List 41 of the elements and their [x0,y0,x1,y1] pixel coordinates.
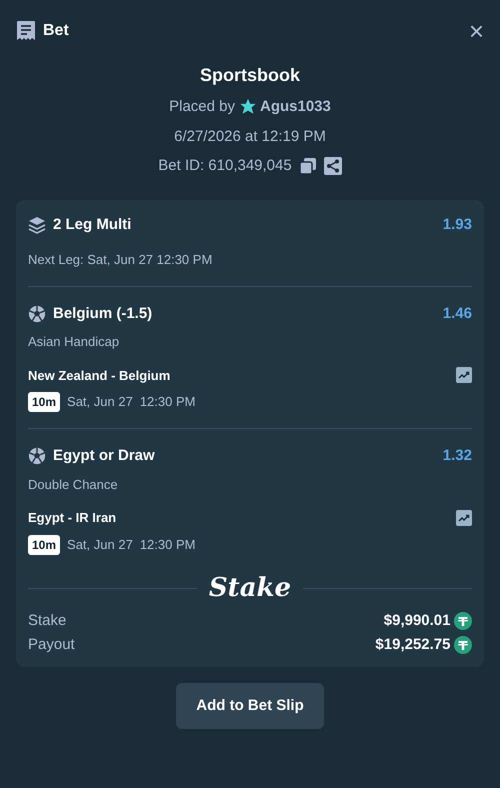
username-link[interactable]: Agus1033 [260,96,331,118]
match-date: Sat, Jun 27 [67,393,133,412]
multi-title: 2 Leg Multi [53,214,132,234]
vip-star-icon [238,98,256,116]
match-name[interactable]: Egypt - IR Iran [28,508,116,528]
add-to-bet-slip-button[interactable]: Add to Bet Slip [176,682,324,729]
selection-name: Belgium (-1.5) [53,304,152,324]
soccer-ball-icon [28,304,46,323]
brand-logo: Stake [208,572,292,604]
trend-chart-icon[interactable] [456,367,472,384]
bet-datetime: 6/27/2026 at 12:19 PM [173,126,327,146]
time-badge: 10m [28,392,60,412]
bet-id: Bet ID: 610,349,045 [158,156,292,176]
time-badge: 10m [28,534,60,554]
dialog-title: Bet [43,21,69,41]
selection-odds: 1.32 [442,446,472,466]
match-name[interactable]: New Zealand - Belgium [28,366,170,385]
bet-source-title: Sportsbook [198,64,301,87]
total-label: Stake [28,610,66,630]
tether-coin-icon [454,612,472,630]
selection-odds: 1.46 [442,304,472,324]
next-leg-text: Next Leg: Sat, Jun 27 12:30 PM [28,251,214,269]
receipt-icon [16,20,36,42]
close-button[interactable]: × [468,18,484,44]
market-name: Double Chance [28,476,119,494]
layers-icon [28,216,46,234]
total-odds: 1.93 [442,214,472,234]
trend-chart-icon[interactable] [456,510,472,526]
match-time: 12:30 PM [140,536,196,554]
copy-icon[interactable] [298,157,317,176]
soccer-ball-icon [28,447,46,466]
total-amount: $19,252.75 [375,635,450,655]
share-icon[interactable] [324,157,342,176]
market-name: Asian Handicap [28,333,120,351]
selection-name: Egypt or Draw [53,446,155,466]
total-amount: $9,990.01 [384,610,450,630]
placed-by-label: Placed by [169,97,235,117]
match-date: Sat, Jun 27 [67,536,133,554]
tether-coin-icon [454,636,472,654]
total-label: Payout [28,635,75,655]
match-time: 12:30 PM [140,393,196,412]
